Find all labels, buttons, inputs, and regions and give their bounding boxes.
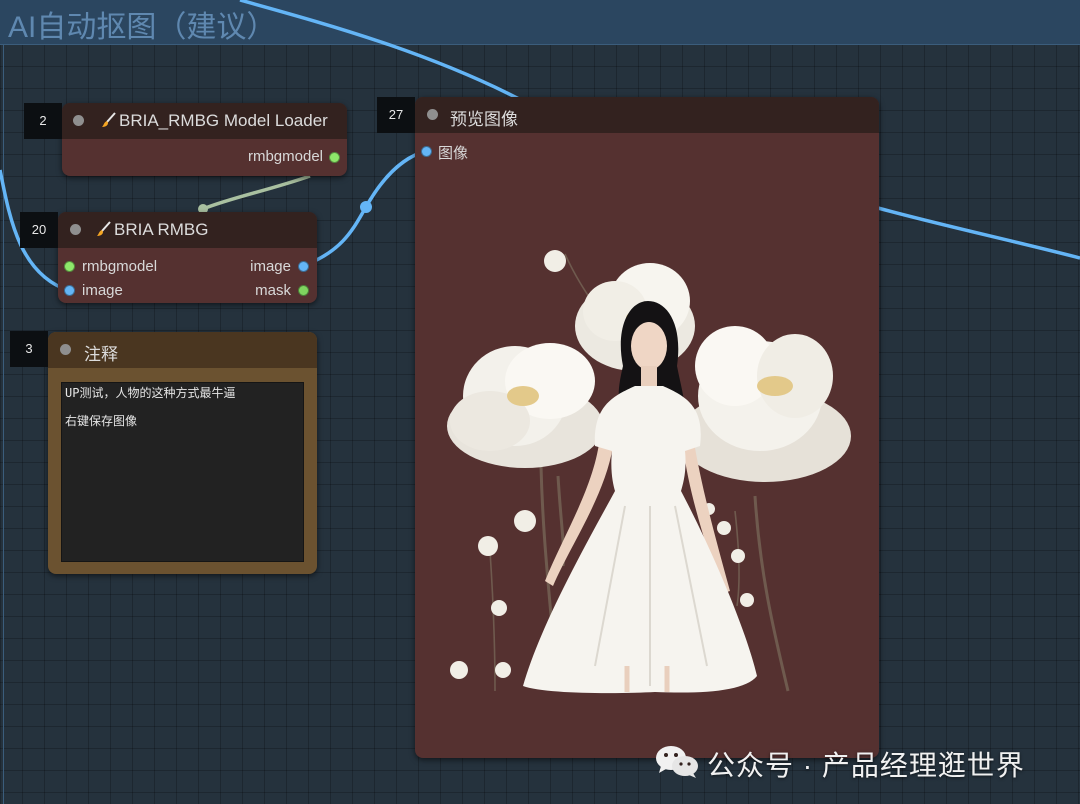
flower-left [447,343,603,468]
node-note-title: 注释 [84,340,118,365]
input-socket-image[interactable] [64,285,75,296]
neck [641,366,657,388]
node-model-loader-title: BRIA_RMBG Model Loader [119,111,328,130]
node-title-wrapper: BRIA_RMBG Model Loader [102,111,328,131]
node-bria-rmbg-title: BRIA RMBG [114,220,208,239]
input-label-image: 图像 [438,142,468,163]
wechat-icon [655,744,699,780]
node-id-badge: 3 [10,331,48,367]
note-textarea[interactable]: UP测试，人物的这种方式最牛逼 右键保存图像 [61,382,304,562]
node-id-badge: 20 [20,212,58,248]
output-label-mask: mask [255,282,291,299]
brush-icon [102,112,116,128]
output-socket-mask[interactable] [298,285,309,296]
node-note[interactable]: 注释 UP测试，人物的这种方式最牛逼 右键保存图像 [48,332,317,574]
link-image-overhead[interactable] [240,0,540,110]
brush-icon [97,221,111,237]
node-title-wrapper: BRIA RMBG [97,220,208,240]
node-canvas[interactable]: AI自动抠图（建议） BRIA_RMBG Model Loader rmbgmo… [0,0,1080,804]
output-socket-image[interactable] [298,261,309,272]
node-model-loader[interactable]: BRIA_RMBG Model Loader rmbgmodel [62,103,347,176]
flower-right [679,326,851,482]
node-id-badge: 27 [377,97,415,133]
watermark-text: 公众号 · 产品经理逛世界 [707,744,1025,784]
link-image-right[interactable] [878,208,1080,258]
face [631,322,667,370]
link-model[interactable] [203,176,310,209]
collapse-dot[interactable] [70,224,81,235]
preview-image[interactable] [445,246,853,694]
collapse-dot[interactable] [427,109,438,120]
node-id-badge: 2 [24,103,62,139]
collapse-dot[interactable] [73,115,84,126]
output-label-image: image [250,258,291,275]
input-socket-image[interactable] [421,146,432,157]
node-bria-rmbg[interactable]: BRIA RMBG rmbgmodel image image mask [58,212,317,303]
output-label-rmbgmodel: rmbgmodel [248,148,323,165]
input-socket-rmbgmodel[interactable] [64,261,75,272]
input-label-rmbgmodel: rmbgmodel [82,258,157,275]
input-label-image: image [82,282,123,299]
node-preview-title: 预览图像 [450,105,518,130]
link-midpoint-dot[interactable] [360,201,372,213]
collapse-dot[interactable] [60,344,71,355]
output-socket-rmbgmodel[interactable] [329,152,340,163]
